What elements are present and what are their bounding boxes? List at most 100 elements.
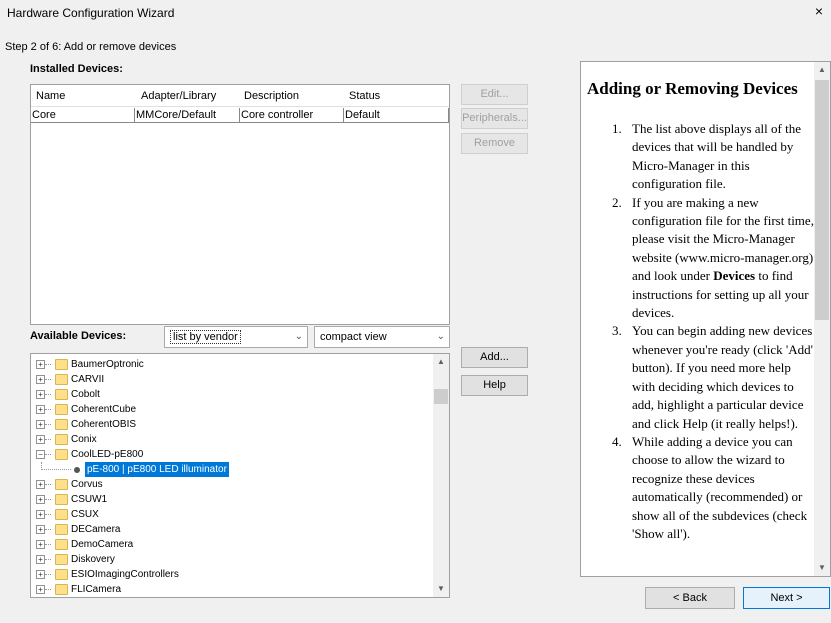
tree-item[interactable]: + Corvus: [31, 477, 431, 492]
scroll-thumb[interactable]: [815, 80, 829, 320]
tree-item-label: CoolLED-pE800: [71, 449, 144, 460]
column-header-status[interactable]: Status: [349, 90, 380, 102]
tree-connector: [45, 499, 51, 500]
remove-button[interactable]: Remove: [461, 133, 528, 154]
table-row[interactable]: Core MMCore/Default Core controller Defa…: [31, 107, 449, 123]
help-item-number: 1.: [612, 121, 622, 136]
tree-item-label: ESIOImagingControllers: [71, 569, 179, 580]
folder-icon: [55, 539, 68, 550]
installed-devices-table[interactable]: Name Adapter/Library Description Status …: [30, 84, 450, 325]
expand-icon[interactable]: +: [36, 405, 45, 414]
help-item-text: While adding a device you can choose to …: [632, 433, 808, 541]
next-button[interactable]: Next >: [743, 587, 830, 609]
expand-icon[interactable]: +: [36, 480, 45, 489]
back-button[interactable]: < Back: [645, 587, 735, 609]
edit-button[interactable]: Edit...: [461, 84, 528, 105]
folder-icon: [55, 524, 68, 535]
column-header-name[interactable]: Name: [36, 90, 65, 102]
tree-item-label: CARVII: [71, 374, 105, 385]
help-panel[interactable]: Adding or Removing Devices 1. The list ab…: [580, 61, 831, 577]
tree-item[interactable]: + BaumerOptronic: [31, 357, 431, 372]
folder-icon: [55, 494, 68, 505]
folder-icon: [55, 374, 68, 385]
tree-item-label: DECamera: [71, 524, 121, 535]
expand-icon[interactable]: +: [36, 570, 45, 579]
help-list-item: 4. While adding a device you can choose t…: [594, 433, 814, 543]
close-icon[interactable]: ×: [811, 3, 827, 19]
expand-icon[interactable]: +: [36, 495, 45, 504]
tree-connector: [45, 589, 51, 590]
help-scrollbar[interactable]: ▲ ▼: [814, 62, 830, 576]
help-button[interactable]: Help: [461, 375, 528, 396]
expand-icon[interactable]: +: [36, 375, 45, 384]
tree-item[interactable]: − CoolLED-pE800: [31, 447, 431, 462]
folder-icon: [55, 449, 68, 460]
tree-connector: [45, 439, 51, 440]
tree-item-label: FLICamera: [71, 584, 122, 595]
column-header-adapter[interactable]: Adapter/Library: [141, 90, 216, 102]
tree-item[interactable]: + DemoCamera: [31, 537, 431, 552]
expand-icon[interactable]: +: [36, 360, 45, 369]
scroll-thumb[interactable]: [434, 389, 448, 404]
tree-item[interactable]: + Conix: [31, 432, 431, 447]
folder-icon: [55, 419, 68, 430]
column-header-description[interactable]: Description: [244, 90, 299, 102]
expand-icon[interactable]: +: [36, 435, 45, 444]
expand-icon[interactable]: +: [36, 585, 45, 594]
cell-name: Core: [31, 108, 135, 123]
scroll-up-icon[interactable]: ▲: [814, 62, 830, 78]
tree-item[interactable]: + CoherentCube: [31, 402, 431, 417]
help-title: Adding or Removing Devices: [587, 79, 798, 98]
view-mode-select[interactable]: compact view ⌄: [314, 326, 450, 348]
scroll-down-icon[interactable]: ▼: [814, 560, 830, 576]
expand-icon[interactable]: +: [36, 510, 45, 519]
tree-scrollbar[interactable]: ▲ ▼: [433, 354, 449, 597]
add-button[interactable]: Add...: [461, 347, 528, 368]
tree-item[interactable]: pE-800 | pE800 LED illuminator: [31, 462, 431, 477]
folder-icon: [55, 479, 68, 490]
collapse-icon[interactable]: −: [36, 450, 45, 459]
peripherals-button[interactable]: Peripherals...: [461, 108, 528, 129]
tree-item-label: Cobolt: [71, 389, 100, 400]
tree-item[interactable]: + Diskovery: [31, 552, 431, 567]
available-devices-tree[interactable]: + FLICamera + ESIOImagingControllers + Diskov…: [30, 353, 450, 598]
folder-icon: [55, 584, 68, 595]
tree-item[interactable]: + CSUW1: [31, 492, 431, 507]
tree-item[interactable]: + CARVII: [31, 372, 431, 387]
help-item-text: You can begin adding new devices wheneve…: [632, 323, 814, 431]
scroll-down-icon[interactable]: ▼: [433, 581, 449, 597]
expand-icon[interactable]: +: [36, 555, 45, 564]
tree-item[interactable]: + CSUX: [31, 507, 431, 522]
expand-icon[interactable]: +: [36, 420, 45, 429]
folder-icon: [55, 509, 68, 520]
tree-item[interactable]: + DECamera: [31, 522, 431, 537]
expand-icon[interactable]: +: [36, 525, 45, 534]
tree-connector: [45, 394, 51, 395]
help-list-item: 1. The list above displays all of the dev…: [594, 120, 814, 194]
tree-connector: [45, 424, 51, 425]
tree-connector: [45, 514, 51, 515]
tree-item[interactable]: + Cobolt: [31, 387, 431, 402]
scroll-up-icon[interactable]: ▲: [433, 354, 449, 370]
tree-item-label: Conix: [71, 434, 97, 445]
tree-item[interactable]: + CoherentOBIS: [31, 417, 431, 432]
view-by-value: list by vendor: [170, 330, 241, 344]
help-list-item: 2. If you are making a new configuration …: [594, 194, 814, 323]
tree-connector: [45, 364, 51, 365]
chevron-down-icon: ⌄: [294, 331, 303, 342]
tree-connector: [45, 574, 51, 575]
help-item-number: 3.: [612, 323, 622, 339]
tree-connector: [45, 409, 51, 410]
chevron-down-icon: ⌄: [436, 331, 445, 342]
expand-icon[interactable]: +: [36, 390, 45, 399]
tree-item[interactable]: + FLICamera: [31, 582, 431, 597]
tree-item-label: CSUX: [71, 509, 99, 520]
expand-icon[interactable]: +: [36, 540, 45, 549]
view-by-select[interactable]: list by vendor ⌄: [164, 326, 308, 348]
help-item-number: 2.: [612, 194, 622, 210]
tree-item-label: Corvus: [71, 479, 103, 490]
view-mode-value: compact view: [320, 331, 387, 343]
tree-item-label: pE-800 | pE800 LED illuminator: [85, 462, 229, 477]
tree-item[interactable]: + ESIOImagingControllers: [31, 567, 431, 582]
table-header: Name Adapter/Library Description Status: [31, 85, 449, 107]
